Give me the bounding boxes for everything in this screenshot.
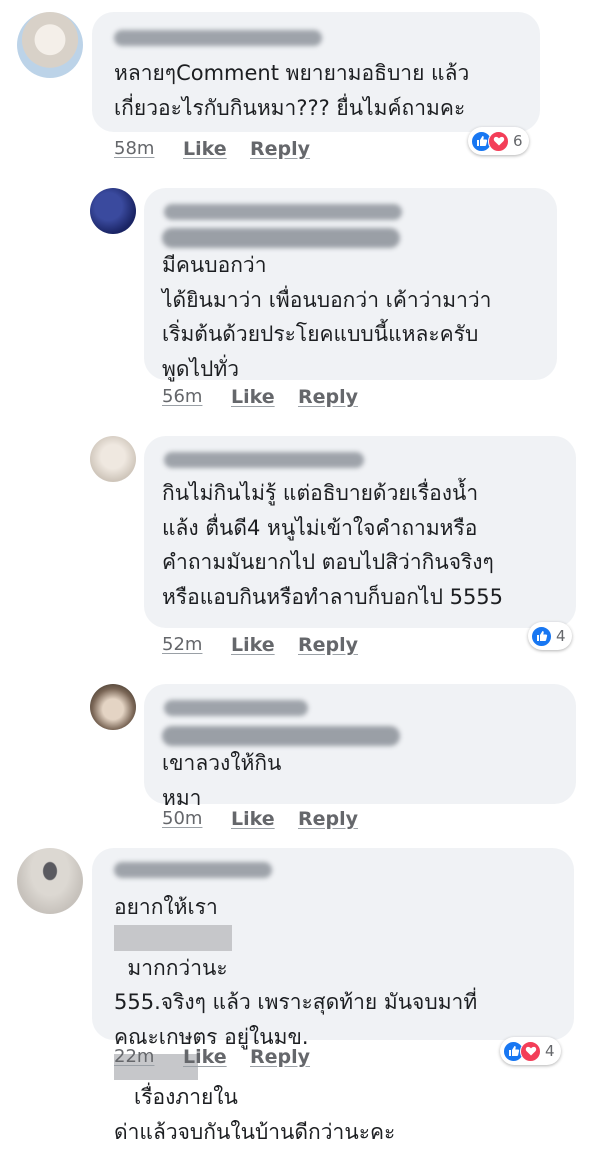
avatar[interactable] — [90, 188, 136, 234]
timestamp[interactable]: 50m — [162, 808, 202, 829]
timestamp[interactable]: 52m — [162, 634, 202, 655]
comment-text: หลายๆComment พยายามอธิบาย แล้ว เกี่ยวอะไ… — [114, 61, 470, 120]
avatar[interactable] — [90, 436, 136, 482]
reaction-count: 4 — [556, 627, 566, 645]
timestamp[interactable]: 56m — [162, 386, 202, 407]
reply-button[interactable]: Reply — [250, 1046, 310, 1068]
comment-text: เขาลวงให้กิน หมา — [162, 726, 410, 815]
reply-button[interactable]: Reply — [250, 138, 310, 160]
censored-block — [114, 924, 232, 951]
comment-bubble: หลายๆComment พยายามอธิบาย แล้ว เกี่ยวอะไ… — [92, 12, 540, 132]
timestamp[interactable]: 58m — [114, 138, 154, 159]
author-name[interactable] — [164, 452, 364, 468]
reply-button[interactable]: Reply — [298, 634, 358, 656]
comment-bubble: อยากให้เรา มากกว่านะ 555.จริงๆ แล้ว เพรา… — [92, 848, 574, 1144]
love-reaction-icon — [520, 1040, 541, 1062]
mention-tag[interactable] — [162, 726, 400, 746]
mention-tag[interactable] — [162, 228, 400, 248]
reply-button[interactable]: Reply — [298, 386, 358, 408]
comment-bubble: มีคนบอกว่า ได้ยินมาว่า เพื่อนบอกว่า เค้า… — [144, 188, 557, 381]
reaction-summary[interactable]: 4 — [528, 622, 572, 650]
like-button[interactable]: Like — [183, 1046, 227, 1068]
like-reaction-icon — [531, 625, 552, 647]
avatar[interactable] — [17, 12, 83, 78]
comment-text: อยากให้เรา มากกว่านะ 555.จริงๆ แล้ว เพรา… — [114, 895, 478, 1144]
comment-bubble: กินไม่กินไม่รู้ แต่อธิบายด้วยเรื่องน้ำ แ… — [144, 436, 576, 628]
comment-text: กินไม่กินไม่รู้ แต่อธิบายด้วยเรื่องน้ำ แ… — [162, 481, 504, 609]
reaction-summary[interactable]: 4 — [500, 1037, 561, 1065]
love-reaction-icon — [488, 130, 509, 152]
like-button[interactable]: Like — [231, 634, 275, 656]
avatar[interactable] — [90, 684, 136, 730]
reaction-count: 6 — [513, 132, 523, 150]
avatar[interactable] — [17, 848, 83, 914]
author-name[interactable] — [164, 700, 308, 716]
like-button[interactable]: Like — [231, 386, 275, 408]
reaction-count: 4 — [545, 1042, 555, 1060]
like-button[interactable]: Like — [231, 808, 275, 830]
author-name[interactable] — [164, 204, 402, 220]
author-name[interactable] — [114, 862, 272, 878]
reaction-summary[interactable]: 6 — [468, 127, 529, 155]
comment-bubble: เขาลวงให้กิน หมา — [144, 684, 576, 810]
timestamp[interactable]: 22m — [114, 1046, 154, 1067]
reply-button[interactable]: Reply — [298, 808, 358, 830]
comment-text: มีคนบอกว่า ได้ยินมาว่า เพื่อนบอกว่า เค้า… — [162, 228, 491, 386]
author-name[interactable] — [114, 30, 322, 46]
like-button[interactable]: Like — [183, 138, 227, 160]
